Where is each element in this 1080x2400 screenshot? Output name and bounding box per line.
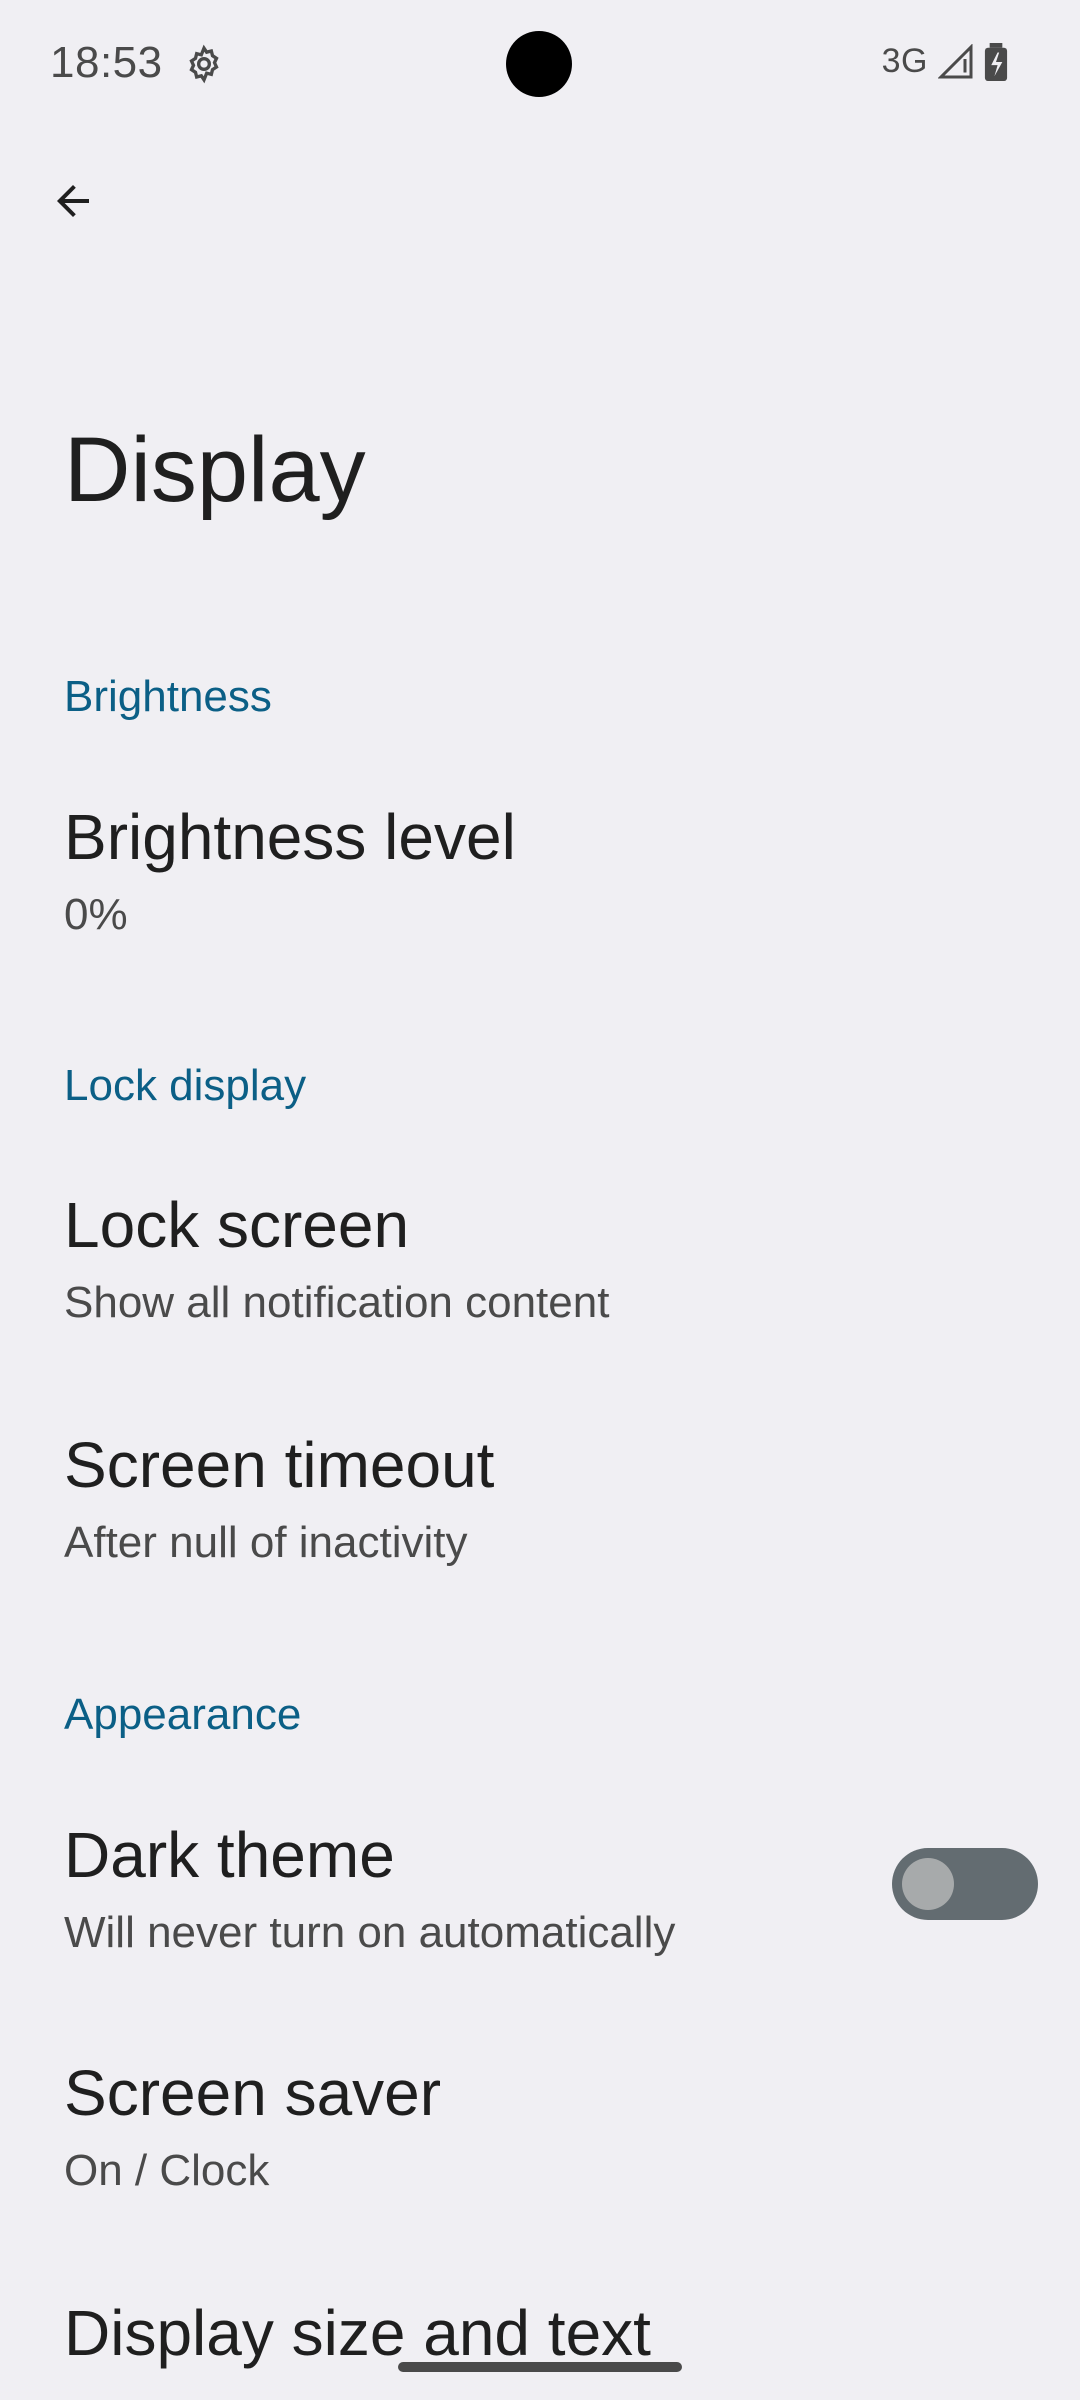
item-summary: After null of inactivity bbox=[64, 1518, 468, 1567]
display-size-item[interactable]: Display size and text bbox=[0, 2244, 1080, 2400]
back-button[interactable] bbox=[0, 128, 146, 274]
camera-cutout bbox=[506, 31, 572, 97]
item-summary: Will never turn on automatically bbox=[64, 1908, 676, 1957]
gesture-nav-handle[interactable] bbox=[398, 2362, 682, 2372]
item-title: Dark theme bbox=[64, 1819, 395, 1891]
dark-theme-toggle[interactable] bbox=[892, 1848, 1038, 1920]
signal-icon bbox=[938, 43, 973, 78]
gear-icon bbox=[189, 44, 219, 84]
category-appearance: Appearance bbox=[64, 1690, 302, 1739]
screen-saver-item[interactable]: Screen saver On / Clock bbox=[0, 2004, 1080, 2244]
network-type: 3G bbox=[881, 42, 928, 80]
item-summary: On / Clock bbox=[64, 2146, 270, 2195]
item-title: Lock screen bbox=[64, 1189, 410, 1261]
status-time: 18:53 bbox=[50, 38, 163, 87]
item-title: Display size and text bbox=[64, 2297, 651, 2369]
category-lock-display: Lock display bbox=[64, 1061, 307, 1110]
page-title: Display bbox=[64, 419, 366, 521]
status-indicators: 3G bbox=[882, 42, 1008, 81]
item-summary: Show all notification content bbox=[64, 1278, 610, 1327]
toggle-knob bbox=[902, 1858, 954, 1910]
brightness-level-item[interactable]: Brightness level 0% bbox=[0, 748, 1080, 986]
status-bar: 18:53 3G bbox=[0, 0, 1080, 128]
item-summary: 0% bbox=[64, 890, 128, 939]
toolbar bbox=[0, 128, 1080, 274]
item-title: Screen saver bbox=[64, 2057, 442, 2129]
item-title: Brightness level bbox=[64, 801, 516, 873]
category-brightness: Brightness bbox=[64, 672, 272, 721]
arrow-back-icon bbox=[57, 185, 89, 217]
lock-screen-item[interactable]: Lock screen Show all notification conten… bbox=[0, 1136, 1080, 1376]
battery-charging-icon bbox=[984, 42, 1008, 81]
item-title: Screen timeout bbox=[64, 1429, 495, 1501]
screen-timeout-item[interactable]: Screen timeout After null of inactivity bbox=[0, 1376, 1080, 1616]
